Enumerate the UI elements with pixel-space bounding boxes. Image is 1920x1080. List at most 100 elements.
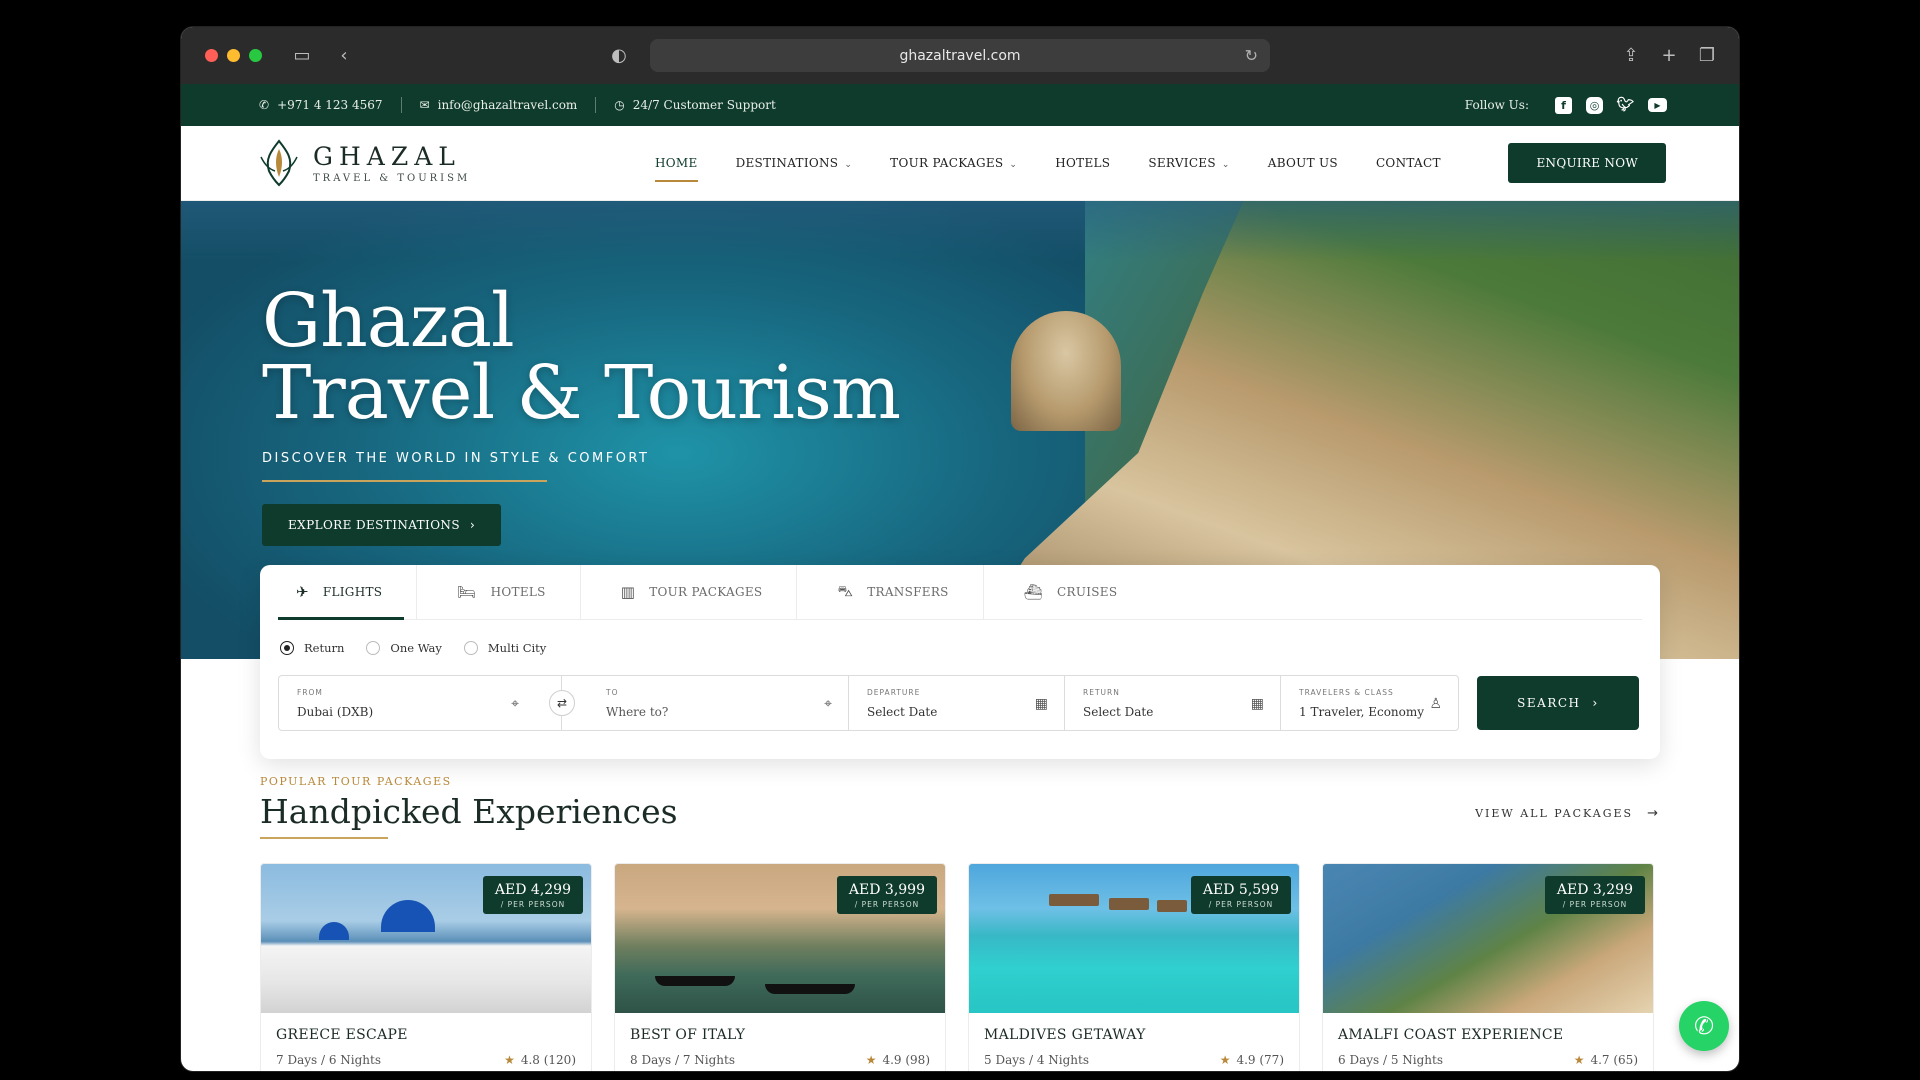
package-duration: 7 Days / 6 Nights (276, 1053, 382, 1067)
swap-locations-button[interactable]: ⇄ (549, 690, 575, 716)
twitter-icon[interactable]: 🐦︎ (1617, 97, 1635, 114)
hero-title: Ghazal Travel & Tourism (262, 278, 901, 436)
logo[interactable]: GHAZAL TRAVEL & TOURISM (257, 137, 607, 189)
section-title: Handpicked Experiences (260, 792, 678, 831)
from-value: Dubai (DXB) (297, 705, 374, 719)
booking-tabs: ✈ FLIGHTS 🛏︎ HOTELS ▥ TOUR PACKAGES ⛍ TR… (278, 565, 1642, 620)
package-rating: 4.8 (120) (520, 1053, 576, 1067)
to-placeholder: Where to? (606, 705, 669, 719)
return-placeholder: Select Date (1083, 705, 1154, 719)
tab-transfers[interactable]: ⛍ TRANSFERS (819, 565, 984, 619)
window-controls (205, 49, 262, 62)
section-eyebrow: POPULAR TOUR PACKAGES (260, 775, 452, 788)
clock-icon: ◷ (614, 98, 625, 112)
departure-placeholder: Select Date (867, 705, 938, 719)
package-cards: AED 4,299 / PER PERSON GREECE ESCAPE 7 D… (260, 863, 1660, 1071)
follow-label: Follow Us: (1464, 98, 1529, 112)
brand-name: GHAZAL (313, 142, 461, 171)
departure-date-field[interactable]: DEPARTURE Select Date ▦ (849, 676, 1065, 730)
privacy-shield-icon[interactable]: ◐ (605, 41, 633, 69)
tab-tour-packages[interactable]: ▥ TOUR PACKAGES (603, 565, 798, 619)
package-card-maldives[interactable]: AED 5,599 / PER PERSON MALDIVES GETAWAY … (968, 863, 1300, 1071)
car-icon: ⛍ (837, 582, 854, 600)
star-icon: ★ (865, 1053, 877, 1067)
user-icon: ♙ (1429, 696, 1442, 712)
package-rating: 4.9 (98) (882, 1053, 930, 1067)
package-duration: 6 Days / 5 Nights (1338, 1053, 1444, 1067)
sidebar-toggle-icon[interactable]: ▭ (288, 42, 316, 70)
tab-flights[interactable]: ✈ FLIGHTS (278, 565, 418, 620)
youtube-icon[interactable]: ▶ (1648, 98, 1667, 112)
nav-hotels[interactable]: HOTELS (1055, 148, 1110, 178)
email-contact[interactable]: ✉ info@ghazaltravel.com (420, 98, 578, 112)
enquire-now-button[interactable]: ENQUIRE NOW (1508, 143, 1666, 183)
calendar-icon: ▦ (1034, 696, 1048, 712)
nav-destinations[interactable]: DESTINATIONS ⌄ (736, 148, 853, 178)
tabs-overview-icon[interactable]: ❐ (1693, 41, 1721, 69)
support-info: ◷ 24/7 Customer Support (614, 98, 776, 112)
back-icon[interactable]: ‹ (330, 42, 358, 70)
browser-window: ▭ ‹ ◐ ghazaltravel.com ↻ ⇪ + ❐ ✆ +971 4 … (181, 27, 1739, 1071)
new-tab-icon[interactable]: + (1655, 41, 1683, 69)
nav-home[interactable]: HOME (655, 148, 698, 182)
phone-contact[interactable]: ✆ +971 4 123 4567 (259, 98, 383, 112)
view-all-packages-link[interactable]: VIEW ALL PACKAGES → (1475, 806, 1660, 831)
nav-services[interactable]: SERVICES ⌄ (1148, 148, 1229, 178)
explore-destinations-button[interactable]: EXPLORE DESTINATIONS › (262, 504, 502, 546)
close-window-button[interactable] (205, 49, 218, 62)
package-duration: 5 Days / 4 Nights (984, 1053, 1090, 1067)
tab-cruises[interactable]: ⛴ CRUISES (1006, 565, 1152, 619)
package-card-greece[interactable]: AED 4,299 / PER PERSON GREECE ESCAPE 7 D… (260, 863, 592, 1071)
address-bar[interactable]: ghazaltravel.com ↻ (650, 39, 1270, 72)
chevron-right-icon: › (1592, 696, 1599, 710)
reload-icon[interactable]: ↻ (1245, 46, 1258, 65)
social-links: f ◎ 🐦︎ ▶ (1555, 96, 1667, 114)
booking-widget: ✈ FLIGHTS 🛏︎ HOTELS ▥ TOUR PACKAGES ⛍ TR… (260, 565, 1660, 759)
phone-icon: ✆ (259, 98, 270, 112)
nav-about-us[interactable]: ABOUT US (1268, 148, 1338, 178)
radio-multi-city[interactable]: Multi City (463, 640, 546, 655)
radio-return[interactable]: Return (280, 640, 344, 655)
minimize-window-button[interactable] (227, 49, 240, 62)
main-nav: HOME DESTINATIONS ⌄ TOUR PACKAGES ⌄ HOTELS… (655, 148, 1441, 182)
package-name: MALDIVES GETAWAY (984, 1027, 1146, 1043)
instagram-icon[interactable]: ◎ (1586, 96, 1603, 114)
radio-one-way[interactable]: One Way (366, 640, 442, 655)
tab-hotels[interactable]: 🛏︎ HOTELS (439, 565, 581, 619)
map-icon: ▥ (620, 583, 636, 601)
price-badge: AED 4,299 / PER PERSON (482, 876, 583, 914)
brand-tagline: TRAVEL & TOURISM (313, 173, 471, 184)
phone-number: +971 4 123 4567 (277, 98, 383, 112)
return-date-field[interactable]: RETURN Select Date ▦ (1065, 676, 1281, 730)
package-rating: 4.7 (65) (1590, 1053, 1638, 1067)
calendar-icon: ▦ (1250, 696, 1264, 712)
site-header: GHAZAL TRAVEL & TOURISM HOME DESTINATION… (181, 126, 1739, 201)
share-icon[interactable]: ⇪ (1617, 41, 1645, 69)
package-name: BEST OF ITALY (630, 1027, 746, 1043)
divider (595, 97, 597, 113)
ship-icon: ⛴ (1023, 583, 1044, 601)
plane-icon: ✈ (296, 583, 309, 601)
price-badge: AED 3,299 / PER PERSON (1544, 876, 1645, 914)
location-pin-icon: ⌖ (824, 696, 832, 712)
nav-tour-packages[interactable]: TOUR PACKAGES ⌄ (890, 148, 1017, 178)
chevron-down-icon: ⌄ (844, 160, 853, 170)
whatsapp-chat-button[interactable]: ✆ (1679, 1001, 1729, 1051)
package-image: AED 3,999 / PER PERSON (615, 864, 945, 1013)
zoom-window-button[interactable] (249, 49, 262, 62)
star-icon: ★ (1573, 1053, 1585, 1067)
search-button[interactable]: SEARCH › (1477, 676, 1639, 730)
browser-actions: ⇪ + ❐ (1617, 41, 1721, 69)
to-field[interactable]: TO Where to? ⌖ (562, 676, 849, 730)
package-card-italy[interactable]: AED 3,999 / PER PERSON BEST OF ITALY 8 D… (614, 863, 946, 1071)
travelers-class-field[interactable]: TRAVELERS & CLASS 1 Traveler, Economy ♙ (1281, 676, 1458, 730)
package-card-amalfi[interactable]: AED 3,299 / PER PERSON AMALFI COAST EXPE… (1322, 863, 1654, 1071)
package-name: AMALFI COAST EXPERIENCE (1338, 1027, 1564, 1043)
price-badge: AED 3,999 / PER PERSON (836, 876, 937, 914)
from-field[interactable]: FROM Dubai (DXB) ⌖ (279, 676, 562, 730)
flight-search-form: FROM Dubai (DXB) ⌖ ⇄ TO Where to? ⌖ DEPA… (278, 675, 1459, 731)
url-text: ghazaltravel.com (899, 47, 1021, 64)
facebook-icon[interactable]: f (1555, 96, 1572, 114)
nav-contact[interactable]: CONTACT (1376, 148, 1441, 178)
arrow-right-icon: → (1647, 806, 1660, 821)
